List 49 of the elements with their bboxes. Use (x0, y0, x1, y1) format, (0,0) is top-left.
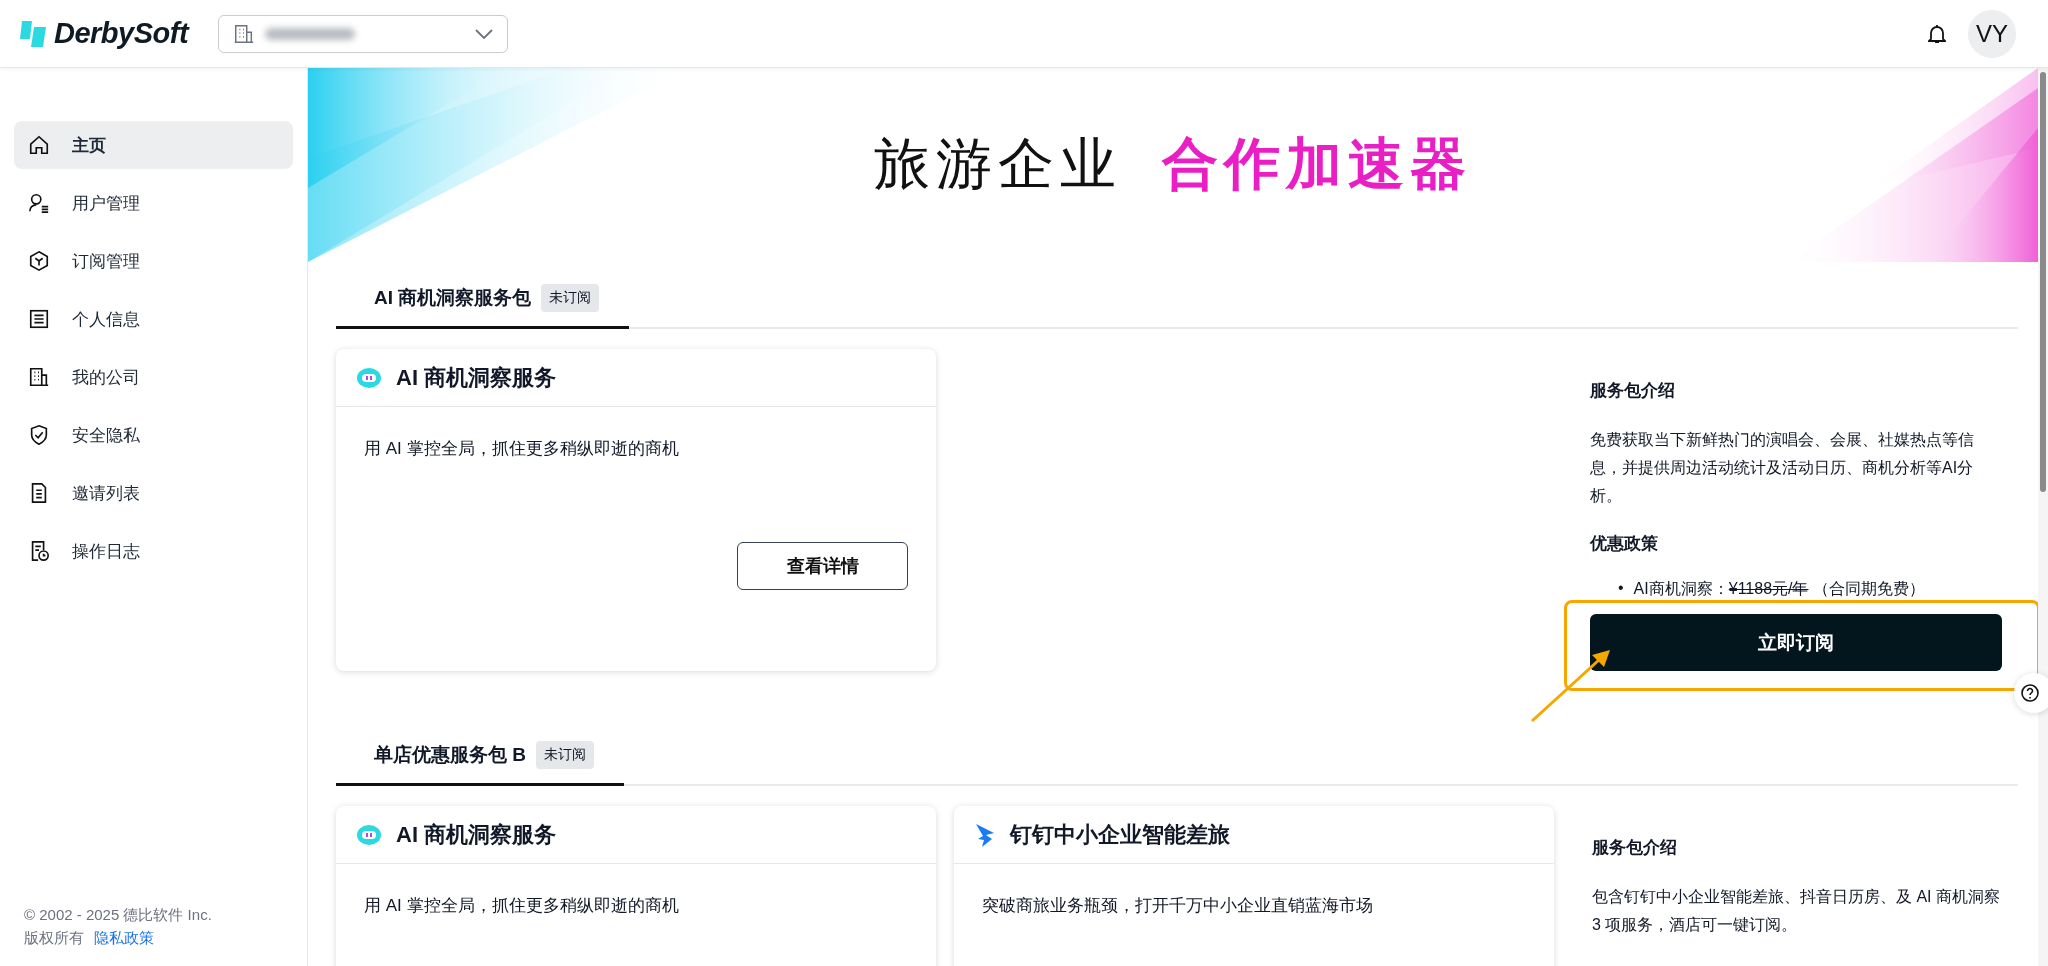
bell-icon[interactable] (1928, 23, 1946, 44)
banner-highlight: 合作加速器 (1162, 131, 1472, 197)
building-icon (28, 366, 50, 388)
chevron-down-icon (475, 28, 494, 39)
user-icon (28, 192, 50, 214)
sidebar-item[interactable]: 安全隐私 (14, 411, 293, 459)
building-icon (233, 22, 256, 45)
status-badge: 未订阅 (541, 284, 600, 312)
status-badge: 未订阅 (536, 741, 594, 769)
sidebar-item[interactable]: 操作日志 (14, 527, 293, 575)
help-button[interactable] (2014, 673, 2048, 713)
scrollbar[interactable] (2038, 68, 2048, 966)
logo[interactable]: DerbySoft (20, 17, 189, 50)
user-avatar[interactable]: VY (1968, 9, 2016, 58)
rights-text: 版权所有 (24, 929, 84, 948)
offer-heading: 优惠政策 (1590, 533, 1659, 555)
privacy-link[interactable]: 隐私政策 (94, 929, 154, 948)
sidebar-item[interactable]: 主页 (14, 121, 293, 169)
banner-title: 旅游企业 (874, 131, 1122, 197)
sidebar-item[interactable]: 个人信息 (14, 295, 293, 343)
intro-text: 免费获取当下新鲜热门的演唱会、会展、社媒热点等信息，并提供周边活动统计及活动日历、商机分析等AI分析。 (1590, 430, 1975, 506)
dingtalk-bird-icon (974, 821, 996, 848)
cube-icon (28, 250, 50, 272)
offer-text: AI商机洞察：¥1188元/年 （合同期免费） (1633, 579, 1925, 599)
shield-check-icon (28, 424, 50, 446)
package-tab[interactable]: 单店优惠服务包 B 未订阅 (336, 741, 624, 786)
sidebar-item[interactable]: 用户管理 (14, 179, 293, 227)
robot-icon (356, 823, 382, 846)
copyright-text: © 2002 - 2025 德比软件 Inc. (24, 906, 213, 925)
card-description: 突破商旅业务瓶颈，打开千万中小企业直销蓝海市场 (982, 895, 1374, 917)
id-card-icon (28, 308, 50, 330)
intro-heading: 服务包介绍 (1592, 837, 1678, 859)
card-title: AI 商机洞察服务 (396, 820, 557, 849)
intro-text: 包含钉钉中小企业智能差旅、抖音日历房、及 AI 商机洞察 3 项服务，酒店可一键订阅。 (1592, 887, 2001, 935)
intro-heading: 服务包介绍 (1590, 380, 1676, 402)
card-description: 用 AI 掌控全局，抓住更多稍纵即逝的商机 (364, 895, 680, 917)
help-icon (2021, 684, 2039, 702)
home-icon (28, 134, 50, 156)
card-description: 用 AI 掌控全局，抓住更多稍纵即逝的商机 (364, 438, 680, 460)
subscribe-button[interactable]: 立即订阅 (1590, 614, 2002, 671)
package-tab[interactable]: AI 商机洞察服务包 未订阅 (336, 284, 630, 329)
robot-icon (356, 366, 382, 389)
bullet-mark: • (1618, 579, 1624, 598)
card-title: 钉钉中小企业智能差旅 (1010, 820, 1230, 849)
sidebar-item[interactable]: 订阅管理 (14, 237, 293, 285)
sidebar-item[interactable]: 我的公司 (14, 353, 293, 401)
details-button[interactable]: 查看详情 (737, 542, 908, 590)
sidebar-item[interactable]: 邀请列表 (14, 469, 293, 517)
card-title: AI 商机洞察服务 (396, 363, 557, 392)
